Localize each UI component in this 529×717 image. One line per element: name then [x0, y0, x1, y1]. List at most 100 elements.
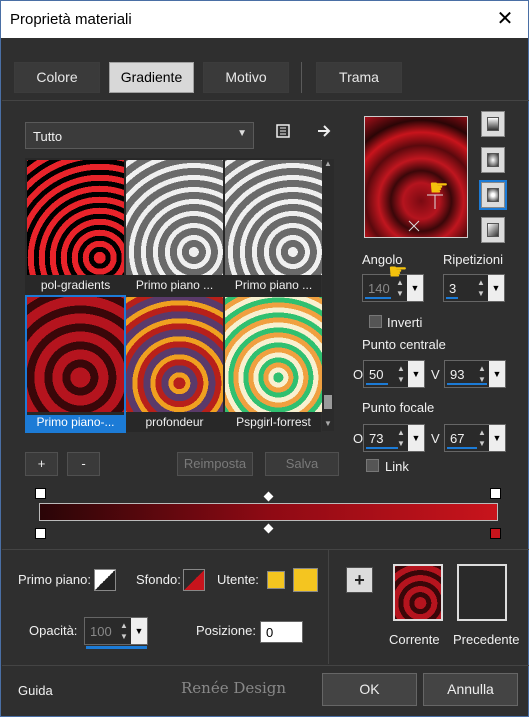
- user-swatch-large[interactable]: [293, 568, 318, 592]
- focal-o-field[interactable]: 73 ▲ ▼ ▼: [363, 424, 425, 452]
- background-swatch[interactable]: [183, 569, 205, 591]
- focal-o-label: O: [353, 431, 364, 446]
- center-v-value: 93: [450, 367, 465, 382]
- gradient-stop-top-right[interactable]: [490, 488, 501, 499]
- position-field[interactable]: 0: [260, 621, 303, 643]
- current-swatch[interactable]: [393, 564, 443, 621]
- gradient-thumbnail[interactable]: profondeur: [126, 297, 223, 431]
- pointing-hand-icon: ☛: [429, 175, 449, 200]
- repeats-field[interactable]: 3 ▲ ▼ ▼: [443, 274, 505, 302]
- chevron-down-icon[interactable]: ▼: [488, 275, 504, 301]
- user-swatch-small[interactable]: [267, 571, 285, 589]
- linear-style-button[interactable]: [481, 111, 505, 137]
- category-value: Tutto: [33, 129, 63, 144]
- category-dropdown[interactable]: Tutto ▼: [25, 122, 254, 149]
- previous-label: Precedente: [453, 632, 520, 647]
- focal-v-value: 67: [450, 431, 465, 446]
- stepper-arrows-icon[interactable]: ▲ ▼: [474, 277, 488, 299]
- focal-o-value: 73: [369, 431, 384, 446]
- tab-colore[interactable]: Colore: [14, 62, 100, 93]
- tab-label: Gradiente: [120, 69, 183, 85]
- radial-style-button[interactable]: [481, 217, 505, 243]
- pointing-hand-icon: ☛: [388, 259, 408, 284]
- stepper-arrows-icon[interactable]: ▲ ▼: [394, 363, 408, 385]
- link-checkbox[interactable]: [366, 459, 379, 472]
- value-indicator: [447, 383, 487, 385]
- library-icon[interactable]: [273, 123, 293, 143]
- gradient-preview: [27, 297, 124, 412]
- rectangular-style-button[interactable]: [481, 147, 505, 173]
- rectangular-gradient-icon: [487, 153, 499, 167]
- linear-gradient-icon: [487, 117, 499, 131]
- gradient-thumbnail[interactable]: Primo piano ...: [126, 160, 223, 294]
- gradient-thumbnail[interactable]: Primo piano ...: [225, 160, 322, 294]
- gradient-library-grid: pol-gradients Primo piano ... Primo pian…: [25, 158, 322, 433]
- current-label: Corrente: [389, 632, 440, 647]
- stepper-arrows-icon[interactable]: ▲ ▼: [475, 363, 489, 385]
- chevron-down-icon[interactable]: ▼: [408, 425, 424, 451]
- chevron-down-icon[interactable]: ▼: [489, 425, 505, 451]
- tab-gradiente[interactable]: Gradiente: [109, 62, 194, 93]
- scroll-thumb[interactable]: [324, 395, 332, 409]
- reset-button[interactable]: Reimposta: [177, 452, 253, 476]
- ok-button[interactable]: OK: [322, 673, 417, 706]
- user-label: Utente:: [217, 572, 259, 587]
- arrow-right-icon[interactable]: [314, 123, 334, 143]
- gradient-preview-large[interactable]: [364, 116, 468, 238]
- value-indicator: [447, 447, 477, 449]
- center-o-value: 50: [369, 367, 384, 382]
- tab-label: Trama: [339, 69, 379, 85]
- tab-separator: [301, 62, 302, 93]
- sunburst-style-button[interactable]: [479, 180, 507, 210]
- gradient-thumbnail[interactable]: pol-gradients: [27, 160, 124, 294]
- chevron-down-icon[interactable]: ▼: [407, 275, 423, 301]
- invert-label: Inverti: [387, 315, 423, 330]
- add-swatch-button[interactable]: +: [346, 567, 373, 593]
- gradient-stop-bottom-right[interactable]: [490, 528, 501, 539]
- midpoint-diamond[interactable]: [263, 491, 274, 502]
- cancel-button[interactable]: Annulla: [423, 673, 518, 706]
- sunburst-gradient-icon: [487, 188, 499, 202]
- gradient-thumbnail-selected[interactable]: Primo piano-...: [25, 295, 126, 433]
- background-label: Sfondo:: [136, 572, 181, 587]
- gradient-bar[interactable]: [39, 503, 498, 521]
- divider: [2, 100, 529, 101]
- center-v-field[interactable]: 93 ▲ ▼ ▼: [444, 360, 506, 388]
- library-scrollbar[interactable]: ▲ ▼: [322, 159, 334, 431]
- stepper-arrows-icon[interactable]: ▲ ▼: [117, 620, 131, 642]
- chevron-down-icon[interactable]: ▼: [131, 618, 147, 644]
- close-icon[interactable]: ✕: [490, 6, 520, 32]
- tab-motivo[interactable]: Motivo: [203, 62, 289, 93]
- radial-gradient-icon: [487, 223, 499, 237]
- gradient-stop-bottom-left[interactable]: [35, 528, 46, 539]
- watermark: Renée Design: [181, 679, 287, 697]
- center-point-label: Punto centrale: [362, 337, 446, 352]
- gradient-thumbnail[interactable]: Pspgirl-forrest: [225, 297, 322, 431]
- remove-gradient-button[interactable]: -: [67, 452, 100, 476]
- gradient-label: Pspgirl-forrest: [236, 415, 311, 429]
- help-link[interactable]: Guida: [18, 683, 53, 698]
- gradient-stop-top-left[interactable]: [35, 488, 46, 499]
- value-indicator: [365, 297, 391, 299]
- chevron-down-icon[interactable]: ▼: [408, 361, 424, 387]
- window-title: Proprietà materiali: [10, 11, 132, 28]
- tab-trama[interactable]: Trama: [316, 62, 402, 93]
- chevron-down-icon[interactable]: ▼: [489, 361, 505, 387]
- midpoint-diamond[interactable]: [263, 523, 274, 534]
- save-button[interactable]: Salva: [265, 452, 339, 476]
- center-o-label: O: [353, 367, 364, 382]
- add-gradient-button[interactable]: +: [25, 452, 58, 476]
- center-o-field[interactable]: 50 ▲ ▼ ▼: [363, 360, 425, 388]
- chevron-down-icon[interactable]: ▼: [322, 419, 334, 428]
- opacity-field[interactable]: 100 ▲ ▼ ▼: [84, 617, 148, 645]
- link-label: Link: [385, 459, 409, 474]
- invert-checkbox[interactable]: [369, 315, 382, 328]
- previous-swatch[interactable]: [457, 564, 507, 621]
- chevron-up-icon[interactable]: ▲: [322, 159, 334, 168]
- stepper-arrows-icon[interactable]: ▲ ▼: [394, 427, 408, 449]
- gradient-label: Primo piano-...: [27, 415, 124, 431]
- focal-v-field[interactable]: 67 ▲ ▼ ▼: [444, 424, 506, 452]
- material-properties-dialog: Proprietà materiali ✕ Colore Gradiente M…: [0, 0, 529, 717]
- stepper-arrows-icon[interactable]: ▲ ▼: [475, 427, 489, 449]
- foreground-swatch[interactable]: [94, 569, 116, 591]
